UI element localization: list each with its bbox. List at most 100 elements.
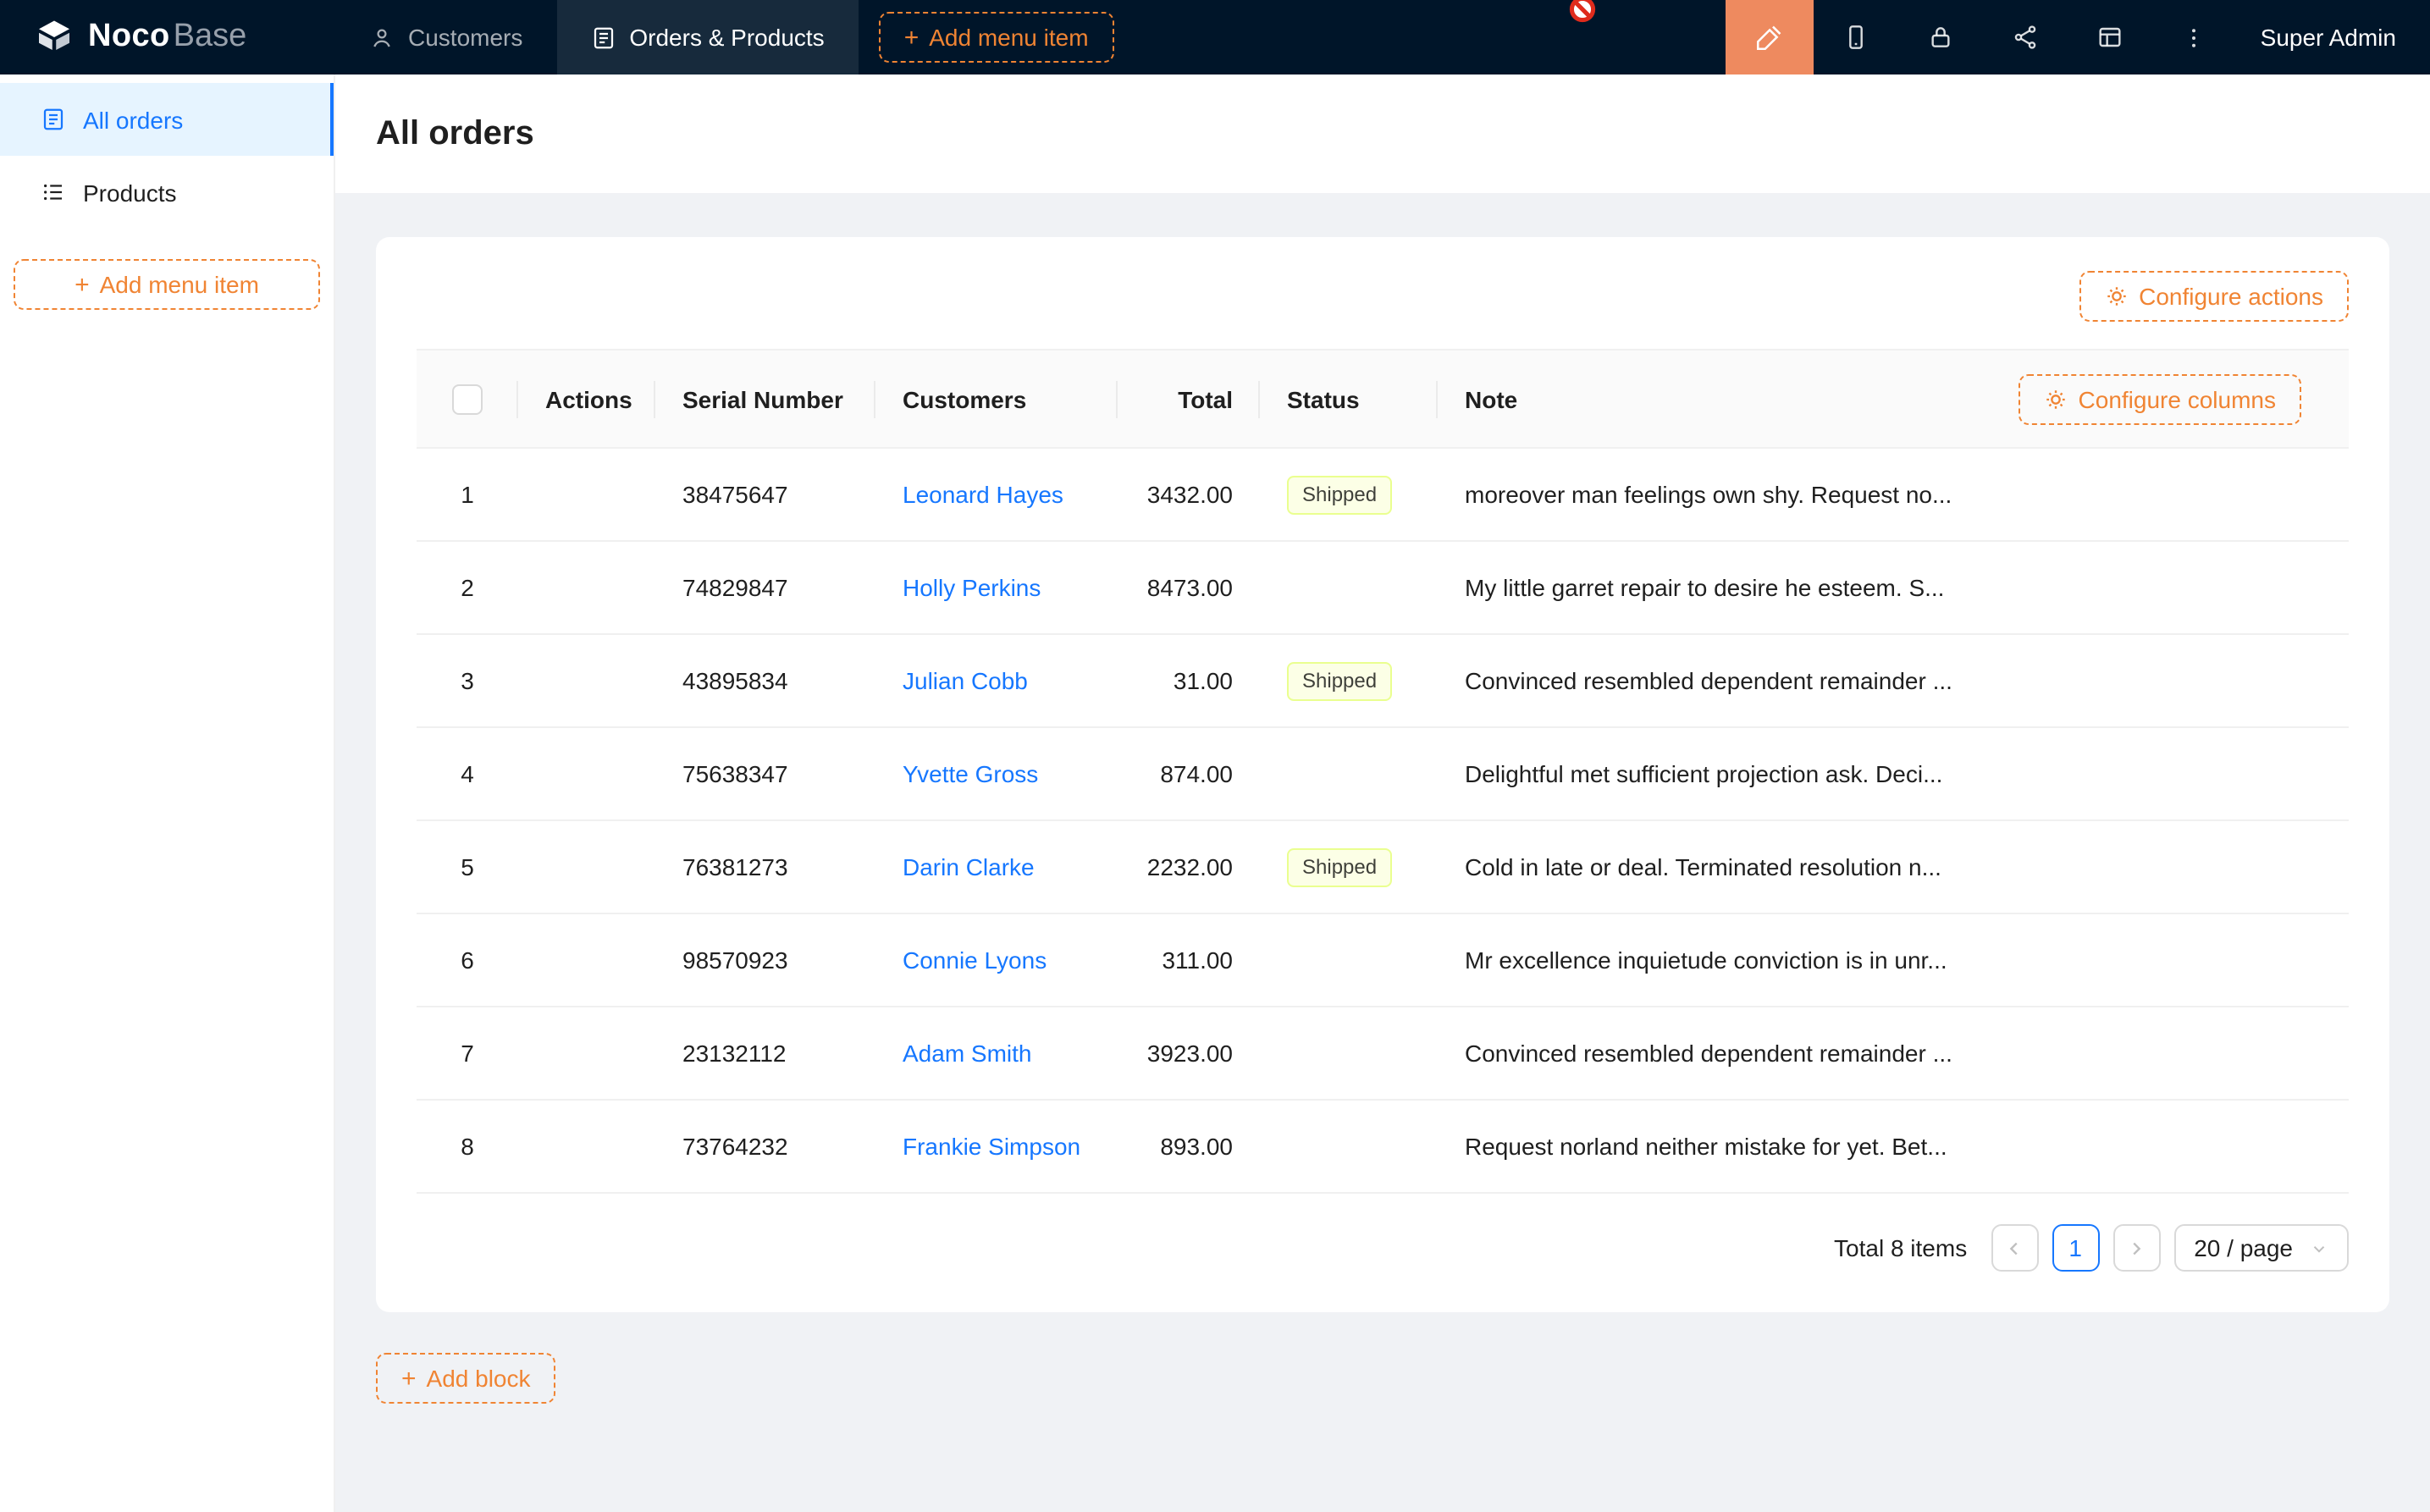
status-cell: Shipped — [1260, 448, 1438, 541]
actions-cell — [518, 913, 655, 1007]
table-row: 5 76381273 Darin Clarke 2232.00 Shipped … — [417, 820, 2349, 913]
status-cell: Shipped — [1260, 634, 1438, 727]
row-index: 5 — [417, 820, 518, 913]
nav-item-orders-products[interactable]: Orders & Products — [556, 0, 858, 74]
status-cell — [1260, 727, 1438, 820]
customer-link[interactable]: Frankie Simpson — [903, 1133, 1080, 1160]
nocobase-logo-icon — [34, 17, 75, 58]
status-cell — [1260, 541, 1438, 634]
header-spacer — [1114, 0, 1726, 74]
actions-cell — [518, 1100, 655, 1193]
actions-cell — [518, 820, 655, 913]
serial-number-cell: 76381273 — [655, 820, 875, 913]
logo[interactable]: Noco Base — [0, 0, 335, 74]
customer-link[interactable]: Leonard Hayes — [903, 481, 1063, 508]
customer-link[interactable]: Holly Perkins — [903, 574, 1041, 601]
add-block-button[interactable]: + Add block — [376, 1353, 556, 1404]
status-cell — [1260, 1007, 1438, 1100]
column-header-note: Note Configure columns — [1438, 350, 2349, 448]
customer-link[interactable]: Connie Lyons — [903, 946, 1047, 974]
total-cell: 3923.00 — [1118, 1007, 1260, 1100]
orders-table-card: Configure actions Actions Serial Number … — [376, 237, 2389, 1312]
configure-columns-button[interactable]: Configure columns — [2019, 373, 2301, 424]
configure-actions-label: Configure actions — [2139, 283, 2323, 310]
serial-number-cell: 74829847 — [655, 541, 875, 634]
gear-icon — [2045, 387, 2068, 411]
select-all-checkbox[interactable] — [452, 384, 483, 414]
table-row: 1 38475647 Leonard Hayes 3432.00 Shipped… — [417, 448, 2349, 541]
total-cell: 311.00 — [1118, 913, 1260, 1007]
sidebar-item-label: All orders — [83, 106, 183, 133]
customer-link[interactable]: Yvette Gross — [903, 760, 1038, 787]
user-icon — [369, 25, 395, 50]
plus-icon: + — [75, 272, 90, 297]
nav-item-customers[interactable]: Customers — [335, 0, 556, 74]
customers-cell: Leonard Hayes — [875, 448, 1118, 541]
add-menu-item-label: Add menu item — [929, 24, 1088, 51]
row-index: 8 — [417, 1100, 518, 1193]
page-title-bar: All orders — [335, 74, 2430, 193]
row-index: 7 — [417, 1007, 518, 1100]
header-icon-bar — [1726, 0, 2237, 74]
customer-link[interactable]: Julian Cobb — [903, 667, 1028, 694]
row-index: 4 — [417, 727, 518, 820]
pagination-page-1[interactable]: 1 — [2052, 1224, 2099, 1272]
customers-cell: Frankie Simpson — [875, 1100, 1118, 1193]
orders-icon — [590, 25, 616, 50]
total-cell: 2232.00 — [1118, 820, 1260, 913]
orders-table: Actions Serial Number Customers Total St… — [417, 349, 2349, 1194]
note-cell: Cold in late or deal. Terminated resolut… — [1438, 820, 2349, 913]
column-header-total: Total — [1118, 350, 1260, 448]
status-badge: Shipped — [1287, 475, 1392, 514]
row-index: 2 — [417, 541, 518, 634]
pagination-prev-button[interactable] — [1991, 1224, 2038, 1272]
page-title: All orders — [376, 114, 534, 153]
sidebar-item-products[interactable]: Products — [0, 156, 334, 229]
sidebar: All orders Products + Add menu item — [0, 74, 335, 1512]
note-cell: Request norland neither mistake for yet.… — [1438, 1100, 2349, 1193]
total-cell: 3432.00 — [1118, 448, 1260, 541]
ui-editor-icon[interactable] — [1726, 0, 1814, 74]
content-area: All orders Configure actions — [335, 74, 2430, 1512]
serial-number-cell: 23132112 — [655, 1007, 875, 1100]
header-add-menu-item-button[interactable]: + Add menu item — [879, 12, 1114, 63]
table-toolbar: Configure actions — [417, 271, 2349, 322]
table-header-row: Actions Serial Number Customers Total St… — [417, 350, 2349, 448]
total-cell: 8473.00 — [1118, 541, 1260, 634]
serial-number-cell: 73764232 — [655, 1100, 875, 1193]
row-index: 6 — [417, 913, 518, 1007]
column-header-status: Status — [1260, 350, 1438, 448]
customers-cell: Julian Cobb — [875, 634, 1118, 727]
table-row: 2 74829847 Holly Perkins 8473.00 My litt… — [417, 541, 2349, 634]
sidebar-add-menu-item-button[interactable]: + Add menu item — [14, 259, 320, 310]
mobile-icon[interactable] — [1814, 0, 1898, 74]
serial-number-cell: 43895834 — [655, 634, 875, 727]
sidebar-item-all-orders[interactable]: All orders — [0, 83, 334, 156]
lock-icon[interactable] — [1898, 0, 1983, 74]
column-header-actions: Actions — [518, 350, 655, 448]
note-cell: Convinced resembled dependent remainder … — [1438, 634, 2349, 727]
main: Configure actions Actions Serial Number … — [335, 193, 2430, 1512]
page-size-select[interactable]: 20 / page — [2173, 1224, 2349, 1272]
layout-icon[interactable] — [2068, 0, 2152, 74]
plus-icon: + — [904, 25, 920, 50]
pagination-next-button[interactable] — [2112, 1224, 2160, 1272]
top-nav: Customers Orders & Products + Add menu i… — [335, 0, 1114, 74]
page-size-value: 20 / page — [2194, 1234, 2293, 1261]
status-cell — [1260, 1100, 1438, 1193]
api-share-icon[interactable] — [1983, 0, 2068, 74]
column-header-customers: Customers — [875, 350, 1118, 448]
more-icon[interactable] — [2152, 0, 2237, 74]
configure-actions-button[interactable]: Configure actions — [2079, 271, 2349, 322]
table-row: 4 75638347 Yvette Gross 874.00 Delightfu… — [417, 727, 2349, 820]
serial-number-cell: 98570923 — [655, 913, 875, 1007]
top-header: Noco Base Customers Orders & Products — [0, 0, 2430, 74]
user-menu[interactable]: Super Admin — [2237, 0, 2430, 74]
user-name: Super Admin — [2261, 24, 2396, 51]
actions-cell — [518, 448, 655, 541]
logo-text-base: Base — [174, 19, 247, 56]
add-block-label: Add block — [427, 1365, 531, 1392]
customer-link[interactable]: Darin Clarke — [903, 853, 1035, 880]
customer-link[interactable]: Adam Smith — [903, 1040, 1032, 1067]
table-row: 8 73764232 Frankie Simpson 893.00 Reques… — [417, 1100, 2349, 1193]
